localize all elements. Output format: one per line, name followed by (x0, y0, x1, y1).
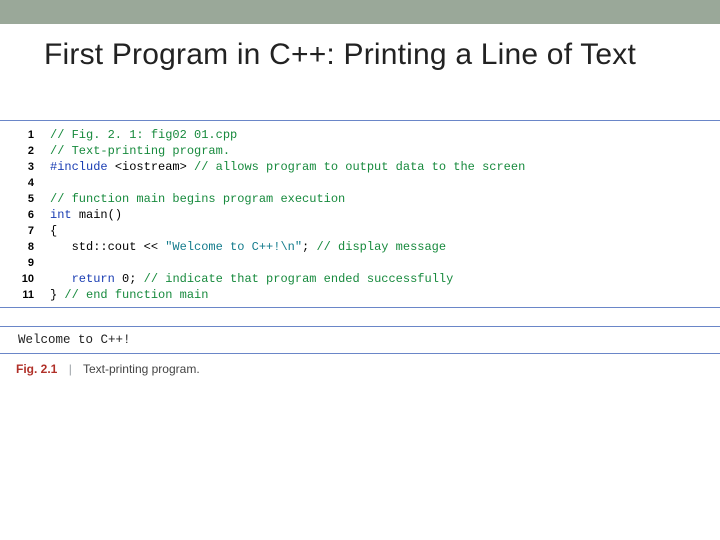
code-block: 1 // Fig. 2. 1: fig02 01.cpp 2 // Text-prin… (0, 127, 720, 303)
line-number: 11 (12, 287, 34, 303)
code-line: 1 // Fig. 2. 1: fig02 01.cpp (12, 127, 720, 143)
code-line: 11} // end function main (12, 287, 720, 303)
code-token: { (50, 224, 57, 238)
code-token: #include (50, 160, 115, 174)
figure-separator: | (69, 362, 72, 376)
code-token: // indicate that program ended successfu… (144, 272, 454, 286)
code-line: 10 return 0; // indicate that program en… (12, 271, 720, 287)
line-number: 7 (12, 223, 34, 239)
code-token: int (50, 208, 79, 222)
code-token: "Welcome to C++!\n" (165, 240, 302, 254)
line-number: 1 (12, 127, 34, 143)
code-token: // display message (316, 240, 446, 254)
line-number: 2 (12, 143, 34, 159)
code-line: 2 // Text-printing program. (12, 143, 720, 159)
code-line: 5 // function main begins program executi… (12, 191, 720, 207)
code-token: ; (302, 240, 316, 254)
code-line: 8 std::cout << "Welcome to C++!\n"; // d… (12, 239, 720, 255)
line-number: 6 (12, 207, 34, 223)
line-number: 4 (12, 175, 34, 191)
program-output-box: Welcome to C++! (0, 326, 720, 354)
line-number: 5 (12, 191, 34, 207)
code-token (50, 272, 72, 286)
code-token: // allows program to output data to the … (194, 160, 525, 174)
code-token: // end function main (64, 288, 208, 302)
code-token: // Fig. 2. 1: fig02 01.cpp (50, 128, 237, 142)
line-number: 8 (12, 239, 34, 255)
code-listing: 1 // Fig. 2. 1: fig02 01.cpp 2 // Text-prin… (0, 120, 720, 308)
figure-caption: Fig. 2.1 | Text-printing program. (0, 362, 720, 376)
line-number: 9 (12, 255, 34, 271)
code-token: // Text-printing program. (50, 144, 230, 158)
code-token: // function main begins program executio… (50, 192, 345, 206)
code-token: return (72, 272, 122, 286)
line-number: 10 (12, 271, 34, 287)
line-number: 3 (12, 159, 34, 175)
code-line: 6 int main() (12, 207, 720, 223)
slide-top-bar (0, 0, 720, 24)
code-token: main() (79, 208, 122, 222)
code-token: 0; (122, 272, 144, 286)
code-token: <iostream> (115, 160, 194, 174)
code-line: 9 (12, 255, 720, 271)
code-line: 3 #include <iostream> // allows program t… (12, 159, 720, 175)
slide-title: First Program in C++: Printing a Line of… (0, 24, 720, 82)
code-line: 7{ (12, 223, 720, 239)
figure-label: Fig. 2.1 (16, 362, 57, 376)
program-output: Welcome to C++! (18, 333, 720, 347)
code-token: std::cout << (50, 240, 165, 254)
figure-caption-text: Text-printing program. (83, 362, 200, 376)
code-line: 4 (12, 175, 720, 191)
code-token: } (50, 288, 64, 302)
